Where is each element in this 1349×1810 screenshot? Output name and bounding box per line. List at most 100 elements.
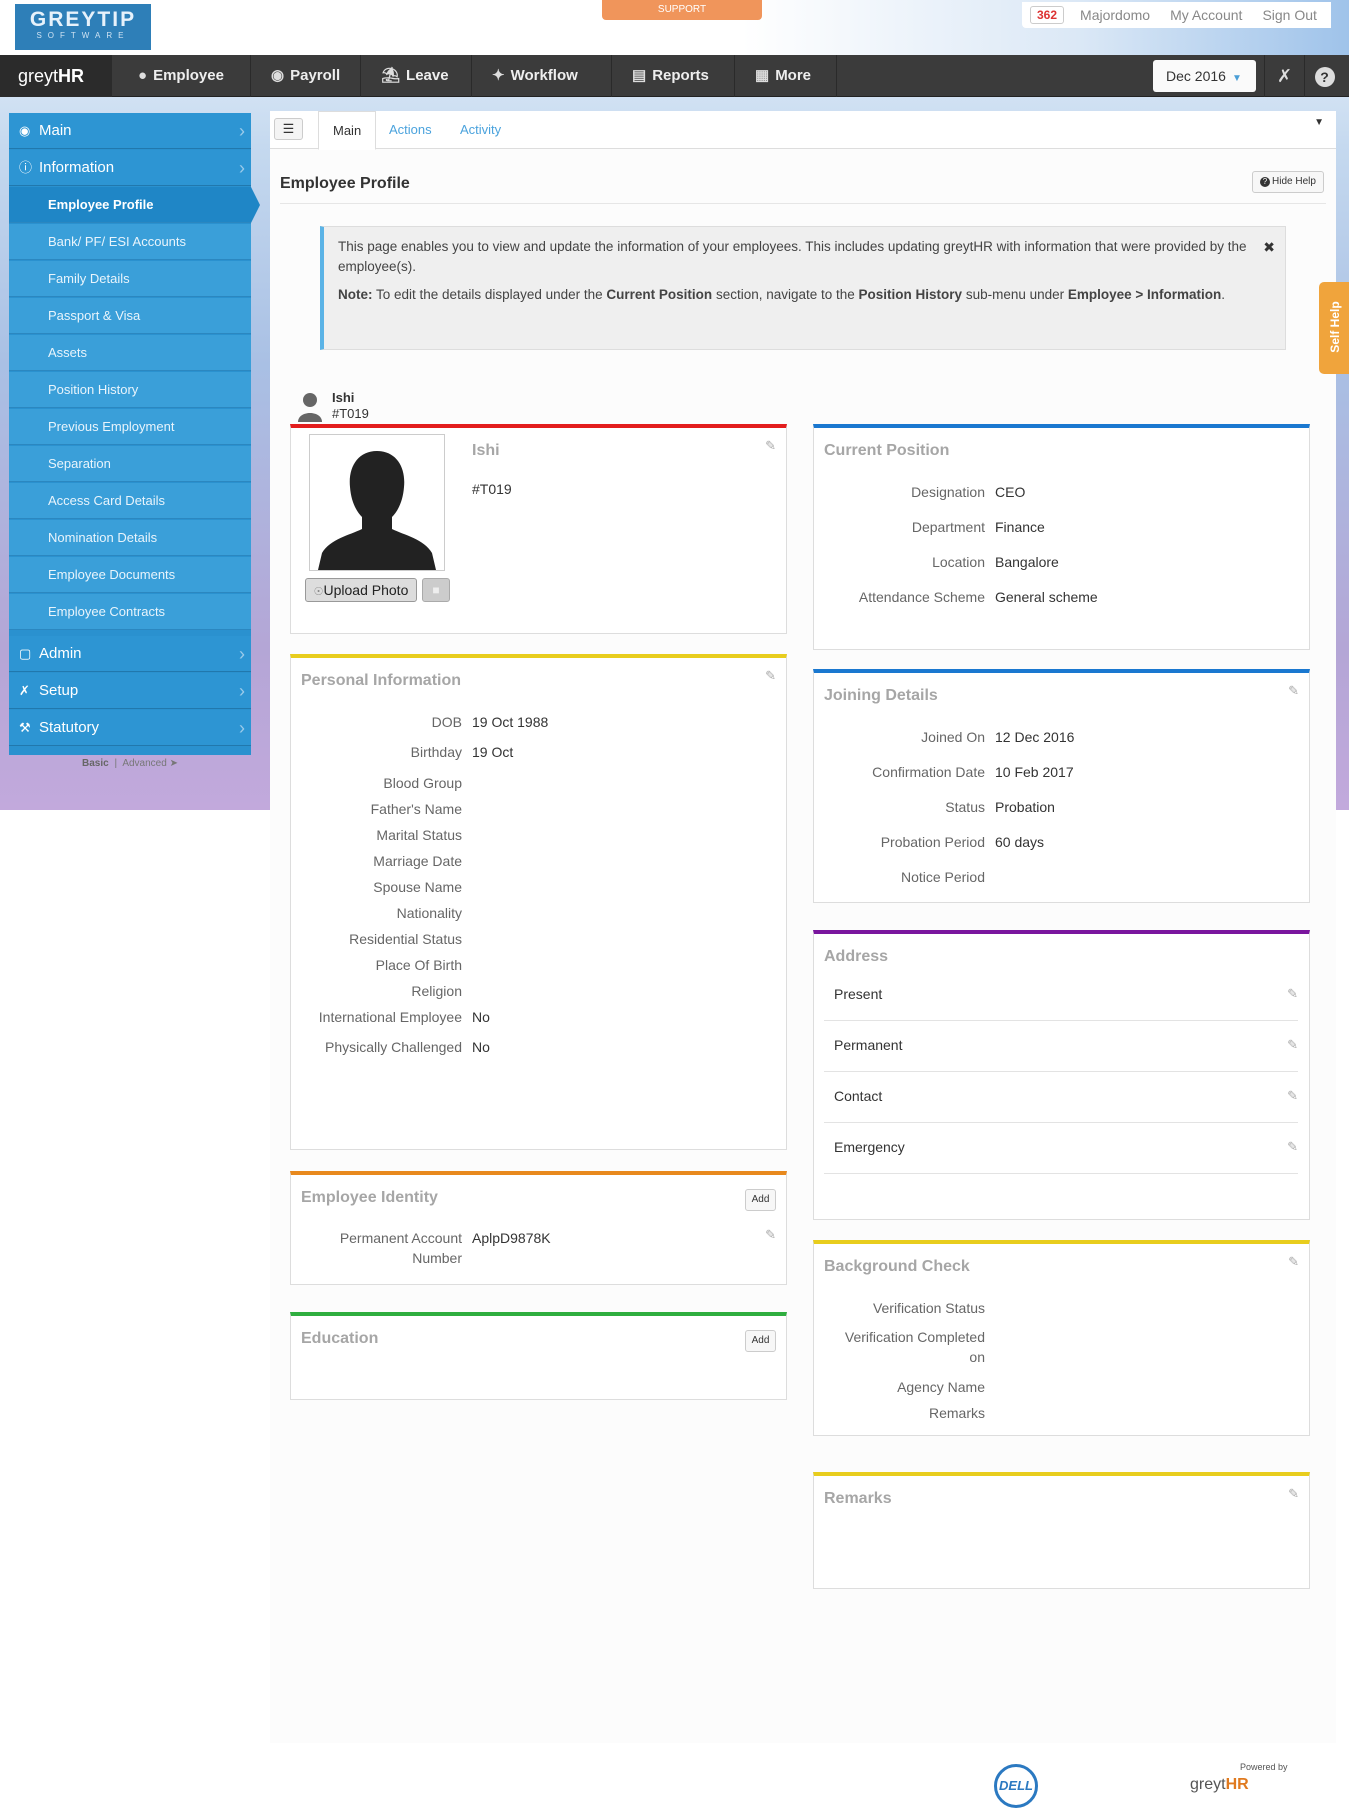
majordomo-link[interactable]: Majordomo xyxy=(1080,7,1150,23)
reports-icon: ▤ xyxy=(632,67,647,84)
sidebar-main-label: Main xyxy=(39,122,72,139)
employee-id: #T019 xyxy=(472,481,512,497)
edit-pencil-icon[interactable]: ✎ xyxy=(1287,1139,1298,1155)
sidebar-admin-label: Admin xyxy=(39,645,82,662)
sign-out-link[interactable]: Sign Out xyxy=(1262,7,1316,23)
address-row-contact[interactable]: Contact ✎ xyxy=(824,1073,1298,1123)
note-label: Note: xyxy=(338,287,373,302)
sidebar-item-main[interactable]: ◉ Main › xyxy=(9,113,251,149)
help-circle-icon: ? xyxy=(1260,177,1271,187)
sidebar-sub-bank-accounts[interactable]: Bank/ PF/ ESI Accounts xyxy=(9,224,251,260)
edit-pencil-icon[interactable]: ✎ xyxy=(1288,1254,1299,1270)
sidebar-item-statutory[interactable]: ⚒ Statutory › xyxy=(9,710,251,746)
edit-pencil-icon[interactable]: ✎ xyxy=(1287,986,1298,1002)
period-selector[interactable]: Dec 2016 ▼ xyxy=(1153,60,1256,92)
nav-payroll[interactable]: ◉ Payroll xyxy=(251,55,361,97)
edit-pencil-icon[interactable]: ✎ xyxy=(1287,1088,1298,1104)
sidebar-sub-assets[interactable]: Assets xyxy=(9,335,251,371)
basic-mode-link[interactable]: Basic xyxy=(82,758,109,769)
tab-activity[interactable]: Activity xyxy=(460,111,501,149)
tab-main[interactable]: Main xyxy=(318,111,377,150)
tools-icon[interactable]: ✗ xyxy=(1264,55,1304,97)
location-label: Location xyxy=(932,554,985,570)
religion-label: Religion xyxy=(411,983,462,999)
greytip-logo[interactable]: GREYTIP SOFTWARE xyxy=(15,4,151,50)
help-text: This page enables you to view and update… xyxy=(338,239,1247,274)
joining-details-card: Joining Details ✎ Joined On 12 Dec 2016 … xyxy=(813,669,1310,903)
nav-payroll-label: Payroll xyxy=(290,67,341,84)
sidebar-sub-position-history[interactable]: Position History xyxy=(9,372,251,408)
nav-leave[interactable]: ⛱ Leave xyxy=(361,55,472,97)
sidebar-sub-label: Position History xyxy=(48,382,139,397)
sidebar-toggle-button[interactable]: ☰ xyxy=(274,118,303,140)
page-title: Employee Profile xyxy=(280,175,410,192)
sidebar-sub-contracts[interactable]: Employee Contracts xyxy=(9,594,251,630)
address-row-present[interactable]: Present ✎ xyxy=(824,971,1298,1021)
sidebar-sub-label: Nomination Details xyxy=(48,530,158,545)
designation-label: Designation xyxy=(911,484,985,500)
footer-brand-suffix: HR xyxy=(1225,1776,1249,1793)
notification-badge[interactable]: 362 xyxy=(1030,6,1065,24)
sidebar-sub-family-details[interactable]: Family Details xyxy=(9,261,251,297)
logo-sub: SOFTWARE xyxy=(36,31,130,40)
address-row-emergency[interactable]: Emergency ✎ xyxy=(824,1124,1298,1174)
chevron-right-icon: › xyxy=(239,681,245,701)
nav-employee[interactable]: ● Employee xyxy=(118,55,251,97)
sidebar-sub-documents[interactable]: Employee Documents xyxy=(9,557,251,593)
rocket-icon: ➤ xyxy=(169,758,178,769)
spouse-name-label: Spouse Name xyxy=(373,879,462,895)
joined-on-label: Joined On xyxy=(921,729,985,745)
self-help-tab[interactable]: Self Help xyxy=(1319,282,1349,374)
chevron-right-icon: › xyxy=(239,121,245,141)
upload-photo-button[interactable]: ☉Upload Photo xyxy=(305,578,417,602)
nav-reports[interactable]: ▤ Reports xyxy=(612,55,735,97)
note-text-a: To edit the details displayed under the xyxy=(372,287,607,302)
help-icon[interactable]: ? xyxy=(1304,55,1344,97)
edit-pencil-icon[interactable]: ✎ xyxy=(1288,683,1299,699)
add-identity-button[interactable]: Add xyxy=(745,1189,776,1211)
close-icon[interactable]: ✖ xyxy=(1263,237,1275,257)
note-text-g: . xyxy=(1221,287,1226,302)
sidebar-statutory-label: Statutory xyxy=(39,719,100,736)
advanced-mode-link[interactable]: Advanced xyxy=(122,758,166,769)
caret-down-icon[interactable]: ▼ xyxy=(1314,117,1324,128)
tab-actions[interactable]: Actions xyxy=(389,111,432,149)
nav-workflow[interactable]: ✦ Workflow xyxy=(472,55,612,97)
powered-by-text: Powered by xyxy=(1240,1762,1288,1772)
trash-icon: ■ xyxy=(432,583,440,597)
support-button[interactable]: SUPPORT xyxy=(602,0,762,20)
address-row-permanent[interactable]: Permanent ✎ xyxy=(824,1022,1298,1072)
physically-challenged-label: Physically Challenged xyxy=(325,1039,462,1055)
address-card: Address Present ✎ Permanent ✎ Contact ✎ Eme… xyxy=(813,930,1310,1220)
hide-help-button[interactable]: ? Hide Help xyxy=(1252,171,1324,193)
self-help-label: Self Help xyxy=(1328,301,1342,353)
edit-pencil-icon[interactable]: ✎ xyxy=(765,1227,776,1243)
nav-more[interactable]: ▦ More xyxy=(735,55,837,97)
sidebar-item-information[interactable]: ⓘ Information › xyxy=(9,150,251,186)
address-permanent-label: Permanent xyxy=(834,1037,903,1053)
note-text-c: section, navigate to the xyxy=(712,287,859,302)
delete-photo-button[interactable]: ■ xyxy=(422,578,450,602)
sidebar-sub-separation[interactable]: Separation xyxy=(9,446,251,482)
sidebar-item-admin[interactable]: ▢ Admin › xyxy=(9,636,251,672)
sidebar-sub-nomination[interactable]: Nomination Details xyxy=(9,520,251,556)
my-account-link[interactable]: My Account xyxy=(1170,7,1242,23)
sidebar-sub-label: Employee Contracts xyxy=(48,604,166,619)
edit-pencil-icon[interactable]: ✎ xyxy=(1288,1486,1299,1502)
employee-identity-card: Employee Identity Add Permanent Account N… xyxy=(290,1171,787,1285)
sidebar-sub-passport-visa[interactable]: Passport & Visa xyxy=(9,298,251,334)
edit-pencil-icon[interactable]: ✎ xyxy=(1287,1037,1298,1053)
nav-workflow-label: Workflow xyxy=(510,67,578,84)
add-education-button[interactable]: Add xyxy=(745,1330,776,1352)
edit-pencil-icon[interactable]: ✎ xyxy=(765,438,776,454)
greythr-brand[interactable]: greytHR xyxy=(0,55,112,97)
edit-pencil-icon[interactable]: ✎ xyxy=(765,668,776,684)
sidebar-sub-label: Employee Documents xyxy=(48,567,176,582)
footer-brand-prefix: greyt xyxy=(1190,1776,1226,1793)
sidebar-sub-access-card[interactable]: Access Card Details xyxy=(9,483,251,519)
international-employee-value: No xyxy=(472,1009,490,1025)
sidebar-sub-label: Family Details xyxy=(48,271,130,286)
sidebar-sub-employee-profile[interactable]: Employee Profile xyxy=(9,187,260,223)
sidebar-item-setup[interactable]: ✗ Setup › xyxy=(9,673,251,709)
sidebar-sub-previous-employment[interactable]: Previous Employment xyxy=(9,409,251,445)
